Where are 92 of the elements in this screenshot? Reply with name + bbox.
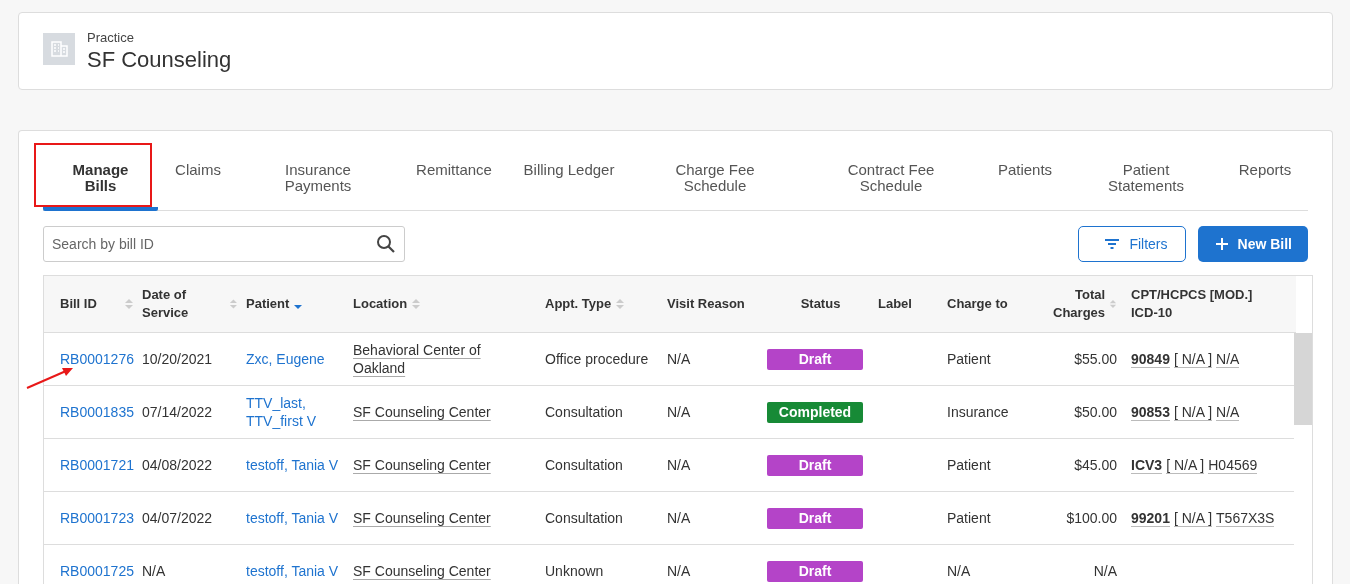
column-header: Date of Service [142,286,190,322]
cpt-code[interactable]: 90853 [1131,404,1170,421]
status-badge: Draft [767,454,863,476]
table-cell: N/A [667,510,691,526]
table-cell: $100.00 [1066,510,1117,526]
column-header: Charge to [947,295,1008,313]
table-cell: N/A [1093,563,1117,579]
icd-code[interactable]: H04569 [1208,457,1258,474]
table-cell: Consultation [545,510,623,526]
icd-code[interactable]: N/A [1216,404,1240,421]
tab[interactable]: Manage Bills [43,151,158,211]
bill-id-link[interactable]: RB0001721 [60,457,134,473]
building-icon [43,33,75,65]
table-cell: Consultation [545,404,623,420]
tab[interactable]: Patient Statements [1098,151,1194,210]
search-field[interactable]: Search by bill ID [43,226,405,262]
filter-icon [1105,239,1120,249]
tab[interactable]: Claims [175,151,221,210]
new-bill-button[interactable]: New Bill [1197,226,1308,262]
location-link[interactable]: SF Counseling Center [353,403,491,421]
table-cell: Consultation [545,457,623,473]
practice-label: Practice [87,29,135,45]
status-badge: Draft [767,560,863,582]
sort-icon[interactable] [124,297,134,311]
filters-button[interactable]: Filters [1078,226,1186,262]
column-header: Label [878,295,912,313]
table-cell: N/A [947,563,971,579]
modifier-code[interactable]: [ N/A ] [1166,457,1205,474]
patient-link[interactable]: testoff, Tania V [246,562,339,580]
column-header: Appt. Type [545,295,612,313]
patient-link[interactable]: TTV_last, TTV_first V [246,394,339,430]
cpt-code[interactable]: 99201 [1131,510,1170,527]
table-cell: Office procedure [545,351,649,367]
table-cell: $45.00 [1074,457,1117,473]
column-header: Patient [246,295,290,313]
column-header: CPT/HCPCS [MOD.] ICD-10 [1131,286,1254,322]
table-cell: 04/08/2022 [142,457,213,473]
location-link[interactable]: SF Counseling Center [353,456,491,474]
sort-icon[interactable] [229,297,238,311]
tab[interactable]: Billing Ledger [523,151,615,210]
tab[interactable]: Remittance [416,151,492,210]
column-header: Visit Reason [667,295,745,313]
table-cell: 07/14/2022 [142,404,213,420]
tab[interactable]: Patients [997,151,1053,210]
cpt-code[interactable]: 90849 [1131,351,1170,368]
column-header: Status [800,295,841,313]
bill-id-link[interactable]: RB0001276 [60,351,134,367]
practice-name: SF Counseling [87,46,232,73]
modifier-code[interactable]: [ N/A ] [1173,404,1213,421]
table-cell: N/A [142,563,166,579]
table-cell: N/A [667,351,691,367]
tab[interactable]: Charge Fee Schedule [667,151,763,210]
table-cell: $50.00 [1074,404,1117,420]
patient-link[interactable]: testoff, Tania V [246,456,339,474]
bill-id-link[interactable]: RB0001725 [60,563,134,579]
patient-link[interactable]: testoff, Tania V [246,509,339,527]
location-link[interactable]: SF Counseling Center [353,509,491,527]
modifier-code[interactable]: [ N/A ] [1173,510,1213,527]
patient-link[interactable]: Zxc, Eugene [246,350,339,368]
table-cell: Patient [947,510,991,526]
table-cell: Patient [947,457,991,473]
column-header: Location [353,295,408,313]
plus-icon [1215,238,1228,250]
table-cell: N/A [667,404,691,420]
table-cell: N/A [667,457,691,473]
table-cell: 04/07/2022 [142,510,213,526]
location-link[interactable]: SF Counseling Center [353,562,491,580]
tab[interactable]: Contract Fee Schedule [843,151,939,210]
icd-code[interactable]: T567X3S [1216,510,1275,527]
status-badge: Draft [767,348,863,370]
table-cell: Insurance [947,404,1009,420]
cpt-code[interactable]: ICV3 [1131,457,1163,474]
bill-id-link[interactable]: RB0001723 [60,510,134,526]
status-badge: Draft [767,507,863,529]
status-badge: Completed [767,401,863,423]
column-header: Bill ID [60,295,97,313]
sort-icon[interactable] [615,297,626,311]
scrollbar-thumb[interactable] [1294,333,1312,425]
tab[interactable]: Insurance Payments [270,151,366,210]
table-cell: Patient [947,351,991,367]
tab[interactable]: Reports [1238,151,1292,210]
icd-code[interactable]: N/A [1216,351,1240,368]
table-cell: Unknown [545,563,604,579]
table-cell: N/A [667,563,691,579]
column-header: Total Charges [1052,286,1106,322]
bill-id-link[interactable]: RB0001835 [60,404,134,420]
search-icon [376,234,396,254]
table-cell: 10/20/2021 [142,351,213,367]
location-link[interactable]: Behavioral Center of Oakland [353,341,505,377]
table-cell: $55.00 [1074,351,1117,367]
sort-icon[interactable] [411,297,422,311]
modifier-code[interactable]: [ N/A ] [1173,351,1213,368]
